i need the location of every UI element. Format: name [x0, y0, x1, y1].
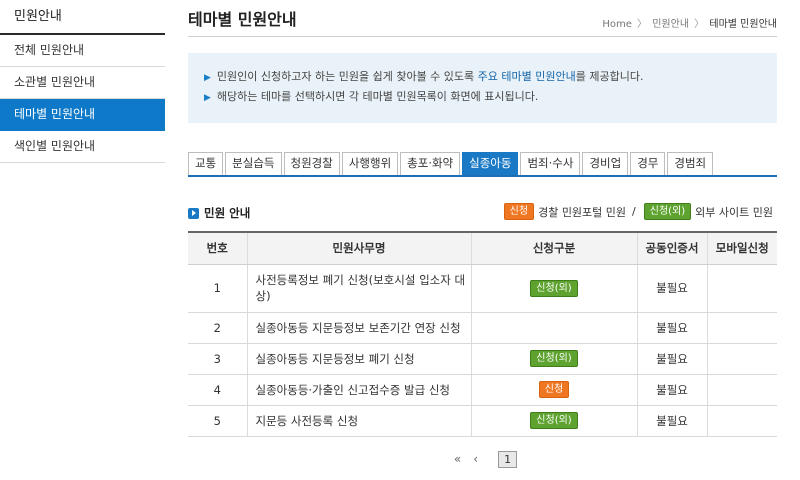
legend-badge-external: 신청(외) — [643, 203, 692, 220]
column-header: 신청구분 — [470, 231, 637, 265]
civil-affairs-table: 번호 민원사무명 신청구분 공동인증서 모바일신청 1 사전등록정보 폐기 신청… — [188, 231, 777, 437]
cell-name-link[interactable]: 실종아동등 지문등정보 보존기간 연장 신청 — [246, 312, 471, 344]
section-title: 민원 안내 — [188, 205, 250, 221]
tab-security-police[interactable]: 청원경찰 — [283, 152, 340, 175]
page-title: 테마별 민원안내 — [188, 10, 297, 29]
pagination: « ‹ 1 — [188, 450, 777, 468]
cell-mobile — [706, 312, 777, 344]
tab-lost-found[interactable]: 분실습득 — [225, 152, 282, 175]
cell-apply: 신청(외) — [470, 343, 637, 375]
tab-police-affairs[interactable]: 경무 — [630, 152, 666, 175]
column-header: 민원사무명 — [246, 231, 471, 265]
prev-page-icon[interactable]: ‹ — [473, 452, 478, 466]
cell-apply: 신청 — [470, 374, 637, 406]
notice-text: 민원인이 신청하고자 하는 민원을 쉽게 찾아볼 수 있도록 — [216, 70, 478, 83]
notice-emphasis: 주요 테마별 민원안내 — [477, 70, 576, 83]
breadcrumb: Home 〉 민원안내 〉 테마별 민원안내 — [602, 15, 777, 30]
cell-apply: 신청(외) — [470, 405, 637, 437]
main-content: 테마별 민원안내 Home 〉 민원안내 〉 테마별 민원안내 ▶ 민원인이 신청… — [188, 0, 777, 468]
breadcrumb-home[interactable]: Home — [602, 19, 632, 30]
cell-mobile — [706, 405, 777, 437]
cell-mobile — [706, 374, 777, 406]
apply-external-button[interactable]: 신청(외) — [530, 412, 578, 429]
cell-name-link[interactable]: 실종아동등 지문등정보 폐기 신청 — [246, 343, 471, 375]
sidebar-item-all[interactable]: 전체 민원안내 — [0, 35, 165, 67]
tab-firearms[interactable]: 총포·화약 — [400, 152, 461, 175]
table-row: 1 사전등록정보 폐기 신청(보호시설 입소자 대상) 신청(외) 불필요 — [188, 264, 777, 313]
apply-external-button[interactable]: 신청(외) — [530, 350, 578, 367]
breadcrumb-separator: 〉 — [694, 19, 705, 30]
apply-external-button[interactable]: 신청(외) — [530, 279, 578, 297]
sidebar: 민원안내 전체 민원안내 소관별 민원안내 테마별 민원안내 색인별 민원안내 — [0, 0, 165, 480]
sidebar-title: 민원안내 — [0, 0, 165, 35]
cell-mobile — [706, 343, 777, 375]
table-header-row: 번호 민원사무명 신청구분 공동인증서 모바일신청 — [188, 231, 777, 265]
tab-security-business[interactable]: 경비업 — [582, 152, 629, 175]
sidebar-item-by-theme[interactable]: 테마별 민원안내 — [0, 99, 165, 131]
column-header: 공동인증서 — [636, 231, 707, 265]
cell-number: 2 — [188, 312, 247, 344]
legend-separator: / — [632, 205, 636, 218]
sidebar-item-by-department[interactable]: 소관별 민원안내 — [0, 67, 165, 99]
table-row: 5 지문등 사전등록 신청 신청(외) 불필요 — [188, 405, 777, 437]
table-row: 2 실종아동등 지문등정보 보존기간 연장 신청 불필요 — [188, 312, 777, 344]
cell-mobile — [706, 264, 777, 313]
breadcrumb-current: 테마별 민원안내 — [709, 19, 777, 30]
notice-text: 를 제공합니다. — [575, 70, 644, 83]
tab-missing-children[interactable]: 실종아동 — [462, 152, 519, 175]
tab-traffic[interactable]: 교통 — [188, 152, 224, 175]
legend-label-external: 외부 사이트 민원 — [695, 205, 773, 219]
table-row: 4 실종아동등·가출인 신고접수증 발급 신청 신청 불필요 — [188, 374, 777, 406]
notice-line-1: ▶ 민원인이 신청하고자 하는 민원을 쉽게 찾아볼 수 있도록 주요 테마별 민… — [204, 67, 777, 87]
cell-certificate: 불필요 — [636, 264, 707, 313]
cell-name-link[interactable]: 지문등 사전등록 신청 — [246, 405, 471, 437]
breadcrumb-civil-guide[interactable]: 민원안내 — [652, 19, 689, 30]
sidebar-item-by-index[interactable]: 색인별 민원안내 — [0, 131, 165, 163]
legend-badge-apply: 신청 — [503, 203, 535, 220]
cell-number: 5 — [188, 405, 247, 437]
notice-line-2: ▶ 해당하는 테마를 선택하시면 각 테마별 민원목록이 화면에 표시됩니다. — [204, 87, 777, 107]
theme-tabs: 교통 분실습득 청원경찰 사행행위 총포·화약 실종아동 범죄·수사 경비업 경… — [188, 152, 777, 177]
cell-apply: 신청(외) — [470, 264, 637, 313]
column-header: 번호 — [188, 231, 247, 265]
cell-name-link[interactable]: 실종아동등·가출인 신고접수증 발급 신청 — [246, 374, 471, 406]
cell-certificate: 불필요 — [636, 343, 707, 375]
notice-text: 해당하는 테마를 선택하시면 각 테마별 민원목록이 화면에 표시됩니다. — [216, 90, 539, 103]
cell-name-link[interactable]: 사전등록정보 폐기 신청(보호시설 입소자 대상) — [246, 264, 471, 313]
section-title-text: 민원 안내 — [204, 206, 251, 220]
bullet-icon: ▶ — [204, 93, 211, 103]
cell-apply — [470, 312, 637, 344]
page-header: 테마별 민원안내 Home 〉 민원안내 〉 테마별 민원안내 — [188, 0, 777, 37]
first-page-icon[interactable]: « — [454, 452, 461, 466]
cell-certificate: 불필요 — [636, 312, 707, 344]
cell-number: 4 — [188, 374, 247, 406]
apply-portal-button[interactable]: 신청 — [538, 381, 570, 398]
column-header: 모바일신청 — [706, 231, 777, 265]
cell-certificate: 불필요 — [636, 405, 707, 437]
cell-certificate: 불필요 — [636, 374, 707, 406]
cell-number: 1 — [188, 264, 247, 313]
section-header: 민원 안내 신청 경찰 민원포털 민원 / 신청(외) 외부 사이트 민원 — [188, 203, 777, 223]
tab-minor-offenses[interactable]: 경범죄 — [667, 152, 714, 175]
table-row: 3 실종아동등 지문등정보 폐기 신청 신청(외) 불필요 — [188, 343, 777, 375]
cell-number: 3 — [188, 343, 247, 375]
play-icon — [188, 207, 199, 219]
tab-gambling[interactable]: 사행행위 — [341, 152, 399, 175]
notice-box: ▶ 민원인이 신청하고자 하는 민원을 쉽게 찾아볼 수 있도록 주요 테마별 민… — [188, 53, 777, 123]
breadcrumb-separator: 〉 — [637, 19, 648, 30]
tab-crime-investigation[interactable]: 범죄·수사 — [520, 152, 581, 175]
page-number-current[interactable]: 1 — [498, 450, 518, 468]
legend: 신청 경찰 민원포털 민원 / 신청(외) 외부 사이트 민원 — [503, 203, 777, 220]
legend-label-portal: 경찰 민원포털 민원 — [538, 205, 627, 219]
bullet-icon: ▶ — [204, 73, 211, 83]
